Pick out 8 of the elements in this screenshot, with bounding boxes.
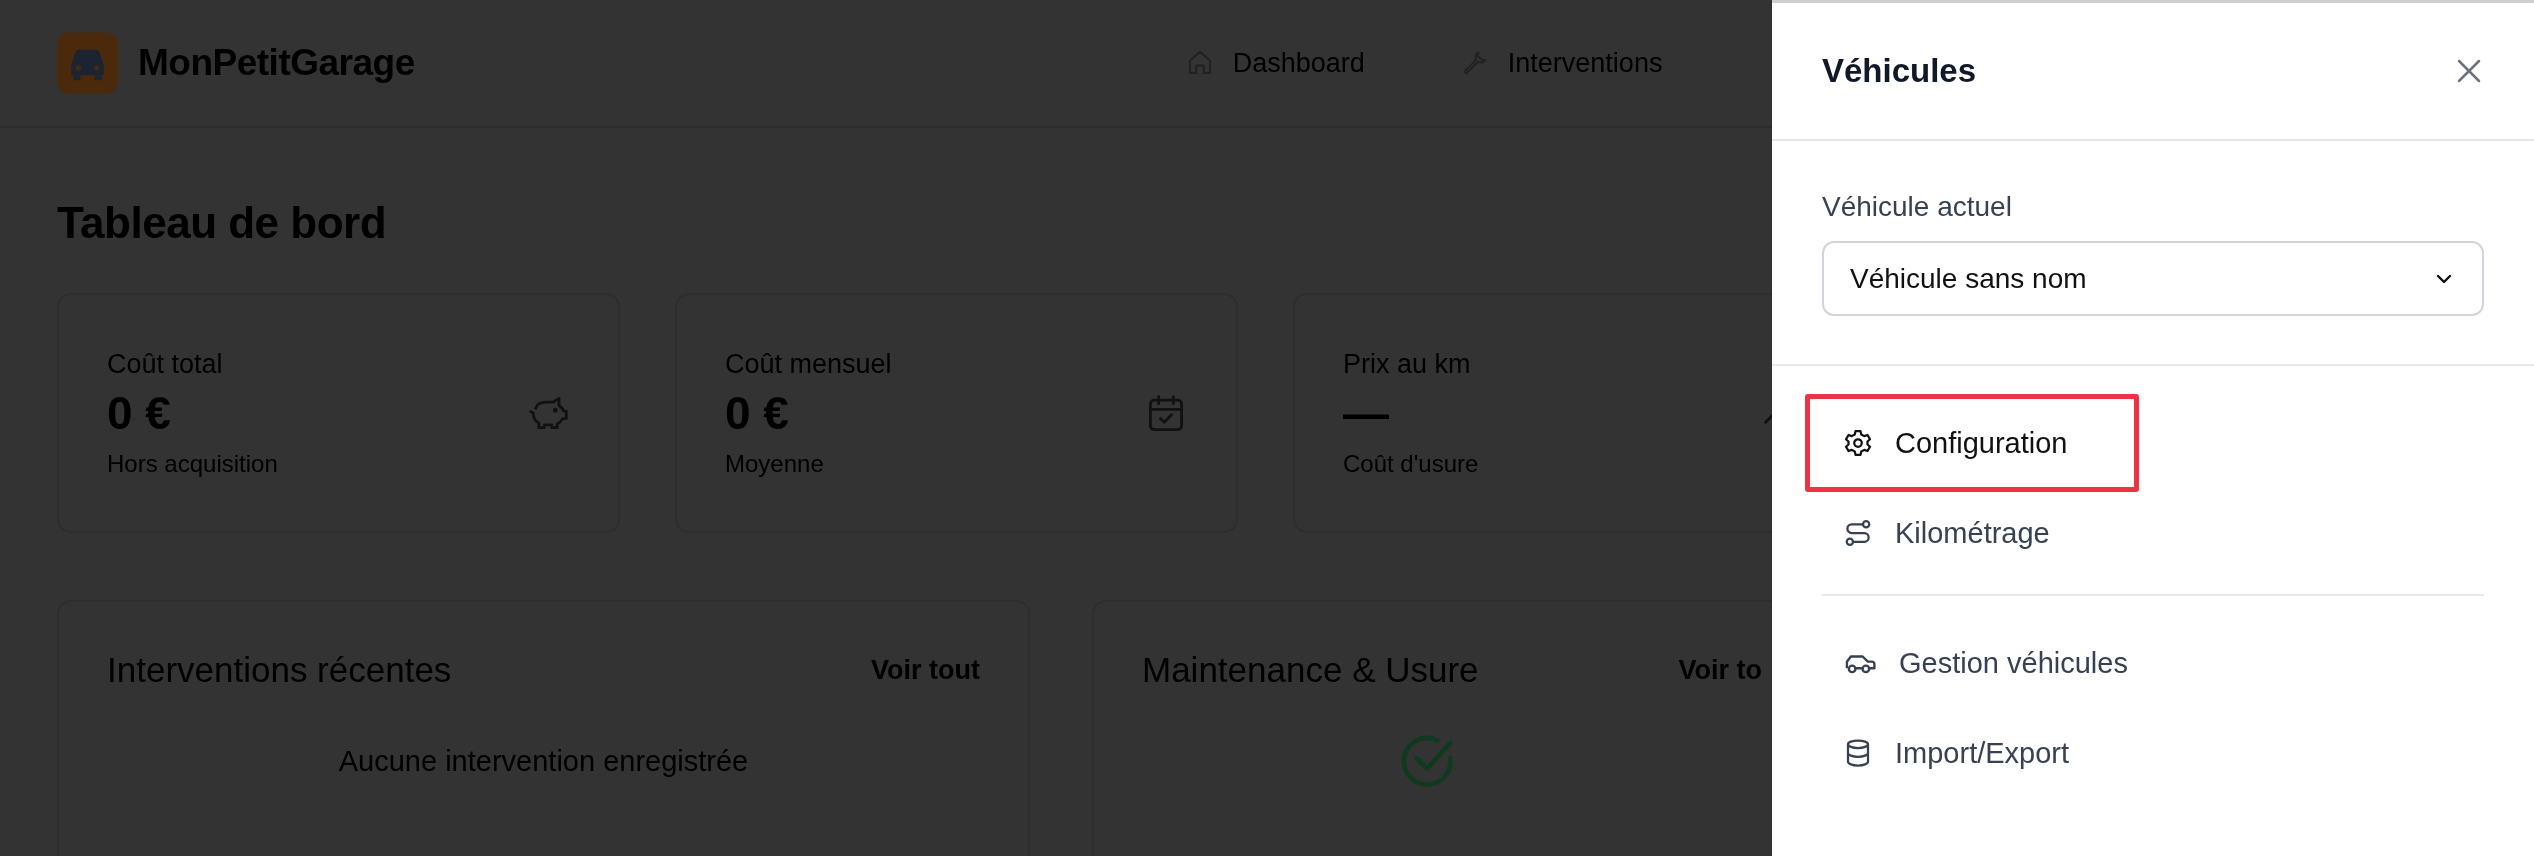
- stat-value: —: [1343, 385, 1390, 440]
- drawer-title: Véhicules: [1822, 52, 1977, 90]
- menu-item[interactable]: Configuration: [1805, 394, 2139, 492]
- field-label: Véhicule actuel: [1822, 191, 2013, 223]
- route-icon: [1843, 518, 1873, 548]
- car-logo-icon: [57, 31, 118, 95]
- vehicle-select[interactable]: Véhicule sans nom: [1822, 241, 2484, 316]
- settings-icon: [1843, 428, 1873, 458]
